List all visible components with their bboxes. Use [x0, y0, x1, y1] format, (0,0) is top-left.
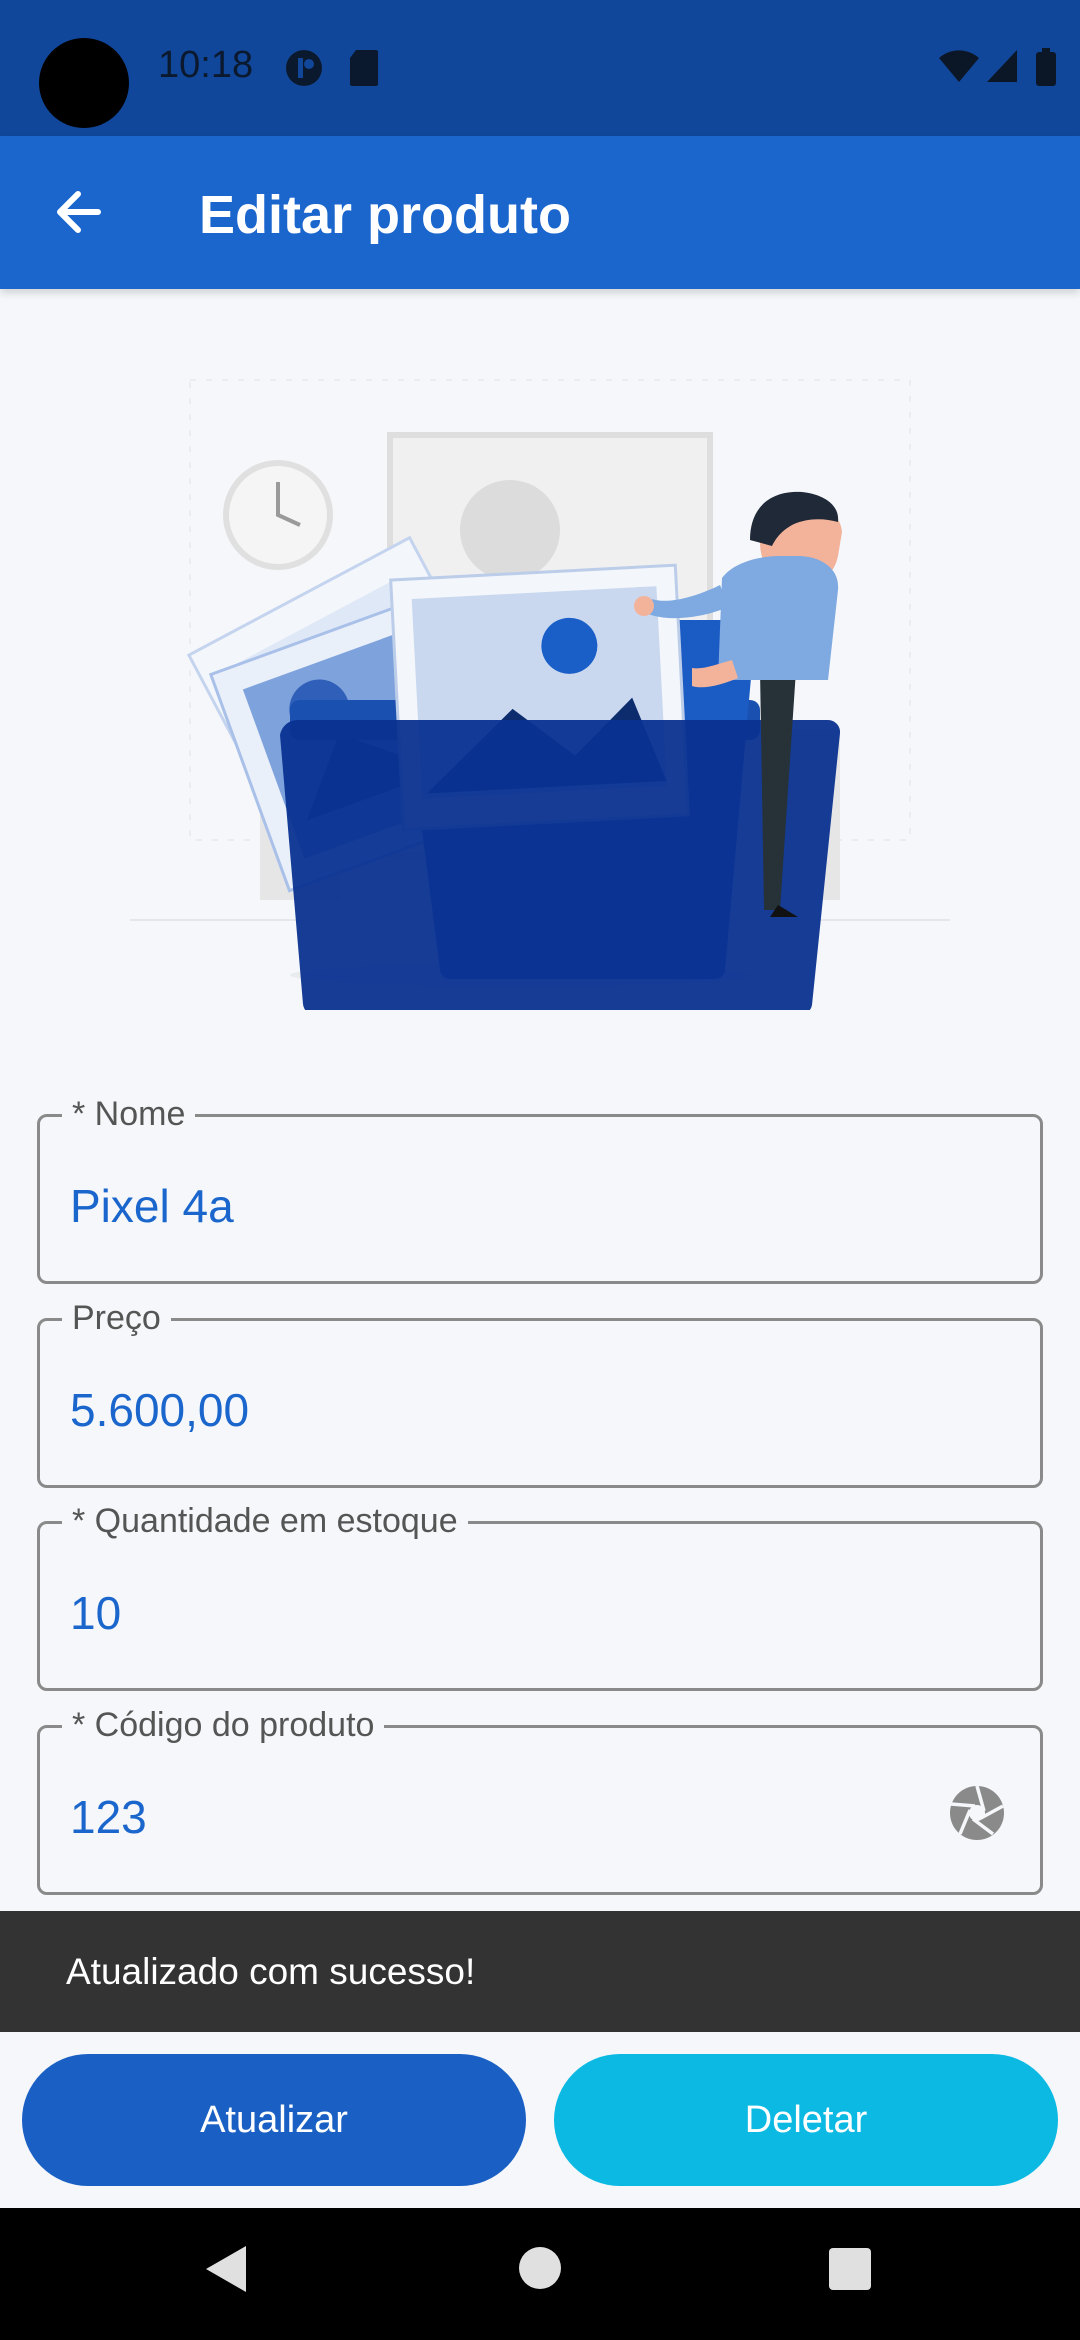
- system-nav-bar: [0, 2208, 1080, 2340]
- back-arrow-icon: [57, 191, 101, 233]
- nav-back-icon[interactable]: [204, 2244, 248, 2299]
- name-field[interactable]: * Nome Pixel 4a: [37, 1095, 1043, 1284]
- status-bar: 10:18: [0, 0, 1080, 136]
- nav-recents-icon[interactable]: [829, 2248, 871, 2295]
- battery-icon: [1035, 48, 1057, 93]
- app-bar: Editar produto: [0, 136, 1080, 289]
- price-input[interactable]: 5.600,00: [70, 1383, 249, 1437]
- wifi-icon: [937, 48, 981, 89]
- snackbar: Atualizado com sucesso!: [0, 1911, 1080, 2032]
- signal-icon: [985, 48, 1019, 89]
- sd-card-icon: [348, 48, 380, 93]
- name-field-label: * Nome: [62, 1095, 196, 1134]
- camera-shutter-icon[interactable]: [948, 1784, 1006, 1847]
- code-field[interactable]: * Código do produto 123: [37, 1706, 1043, 1895]
- code-field-label: * Código do produto: [62, 1706, 385, 1745]
- action-bar: Atualizar Deletar: [0, 2032, 1080, 2208]
- stock-field[interactable]: * Quantidade em estoque 10: [37, 1502, 1043, 1691]
- code-input[interactable]: 123: [70, 1790, 147, 1844]
- price-field[interactable]: Preço 5.600,00: [37, 1299, 1043, 1488]
- price-field-label: Preço: [62, 1299, 171, 1338]
- nav-home-icon[interactable]: [518, 2246, 562, 2295]
- product-image-illustration[interactable]: [120, 370, 960, 1016]
- name-input[interactable]: Pixel 4a: [70, 1179, 234, 1233]
- app-notification-icon: [284, 48, 324, 93]
- status-time: 10:18: [158, 44, 254, 86]
- stock-field-label: * Quantidade em estoque: [62, 1502, 468, 1541]
- stock-input[interactable]: 10: [70, 1586, 121, 1640]
- page-title: Editar produto: [199, 185, 571, 245]
- snackbar-message: Atualizado com sucesso!: [66, 1951, 476, 1992]
- camera-cutout: [39, 38, 129, 128]
- update-button[interactable]: Atualizar: [22, 2054, 526, 2186]
- back-button[interactable]: [38, 172, 118, 252]
- delete-button[interactable]: Deletar: [554, 2054, 1058, 2186]
